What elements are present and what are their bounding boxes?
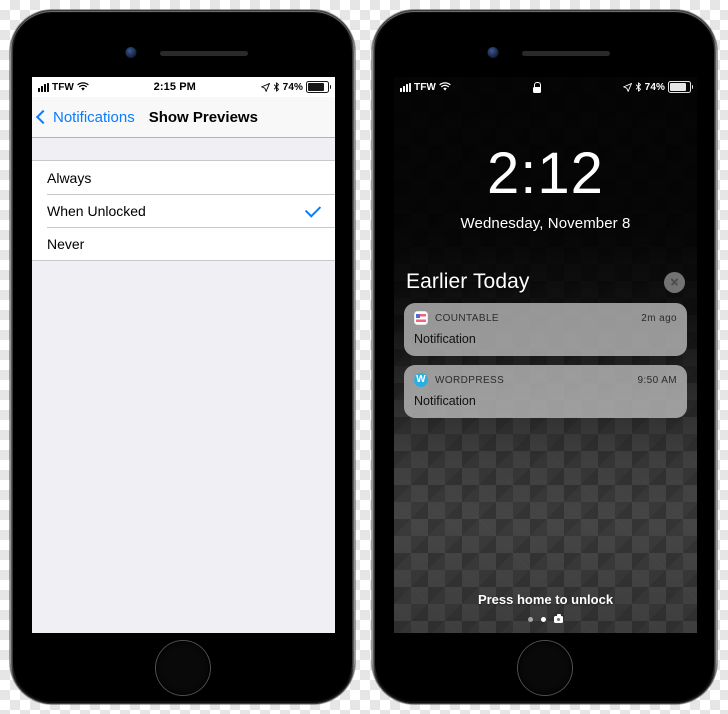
- section-title: Earlier Today: [406, 270, 530, 293]
- battery-percent-label: 74%: [282, 81, 303, 93]
- front-camera-icon: [487, 47, 498, 58]
- device-front-right: TFW 74% 2:12 Wednesday, November 8 Earli…: [375, 13, 714, 701]
- checkmark-icon: [304, 201, 322, 218]
- screenshot-stage: TFW 2:15 PM 74% Notifications Show Previ…: [0, 0, 728, 714]
- earpiece-speaker-icon: [521, 51, 610, 56]
- cellular-bars-icon: [400, 82, 411, 92]
- close-circle-icon[interactable]: [664, 271, 685, 293]
- chevron-left-icon: [35, 109, 51, 125]
- option-row-never[interactable]: Never: [32, 227, 335, 260]
- lock-screen-date: Wednesday, November 8: [460, 215, 631, 232]
- iphone-device-left: TFW 2:15 PM 74% Notifications Show Previ…: [10, 10, 355, 704]
- notification-body: Notification: [414, 394, 476, 408]
- notification-header: W WORDPRESS 9:50 AM: [414, 373, 677, 387]
- navigation-bar: Notifications Show Previews: [32, 97, 335, 138]
- status-bar-lock-indicator: [451, 81, 623, 93]
- lock-screen-content: TFW 74% 2:12 Wednesday, November 8 Earli…: [394, 77, 697, 633]
- show-previews-options-group: Always When Unlocked Never: [32, 160, 335, 261]
- notification-body: Notification: [414, 332, 476, 346]
- option-label: When Unlocked: [47, 202, 146, 219]
- notification-card[interactable]: COUNTABLE 2m ago Notification: [404, 303, 687, 356]
- iphone-device-right: TFW 74% 2:12 Wednesday, November 8 Earli…: [372, 10, 717, 704]
- status-bar-right: TFW 74%: [394, 77, 697, 97]
- status-bar-left-group: TFW: [400, 82, 451, 93]
- option-label: Never: [47, 235, 85, 252]
- page-indicator: [394, 614, 697, 623]
- battery-icon: [668, 81, 693, 93]
- home-button-right[interactable]: [517, 641, 572, 695]
- screen-lock: TFW 74% 2:12 Wednesday, November 8 Earli…: [394, 77, 697, 633]
- option-row-always[interactable]: Always: [32, 161, 335, 194]
- camera-icon[interactable]: [554, 614, 563, 623]
- status-bar-right-group: 74%: [260, 81, 331, 93]
- notification-time: 9:50 AM: [637, 374, 677, 386]
- notification-time: 2m ago: [641, 312, 677, 324]
- carrier-label: TFW: [52, 81, 74, 93]
- countable-app-icon: [414, 311, 428, 325]
- unlock-hint-label: Press home to unlock: [477, 592, 614, 607]
- notification-app-name: COUNTABLE: [435, 312, 499, 324]
- page-dot[interactable]: [528, 617, 533, 622]
- notification-card[interactable]: W WORDPRESS 9:50 AM Notification: [404, 365, 687, 418]
- option-label: Always: [47, 169, 92, 186]
- battery-percent-label: 74%: [644, 81, 665, 93]
- cellular-bars-icon: [38, 82, 49, 92]
- battery-icon: [306, 81, 331, 93]
- device-front-left: TFW 2:15 PM 74% Notifications Show Previ…: [13, 13, 352, 701]
- wifi-icon: [77, 82, 89, 91]
- screen-settings: TFW 2:15 PM 74% Notifications Show Previ…: [32, 77, 335, 633]
- lock-screen-clock: 2:12: [487, 141, 604, 206]
- page-title: Show Previews: [148, 108, 258, 126]
- option-row-when-unlocked[interactable]: When Unlocked: [32, 194, 335, 227]
- bluetooth-icon: [273, 82, 279, 92]
- wordpress-app-icon: W: [414, 373, 428, 387]
- page-dot-active[interactable]: [541, 617, 546, 622]
- earpiece-speaker-icon: [159, 51, 248, 56]
- home-button-left[interactable]: [155, 641, 210, 695]
- earlier-today-header: Earlier Today: [406, 270, 685, 294]
- notification-app-name: WORDPRESS: [435, 374, 505, 386]
- bluetooth-icon: [635, 82, 641, 92]
- front-camera-icon: [125, 47, 136, 58]
- back-button[interactable]: Notifications: [32, 109, 135, 126]
- back-button-label: Notifications: [53, 108, 135, 126]
- status-bar-left: TFW 2:15 PM 74%: [32, 77, 335, 97]
- status-bar-right-group: 74%: [622, 81, 693, 93]
- wifi-icon: [439, 82, 451, 91]
- notification-header: COUNTABLE 2m ago: [414, 311, 677, 325]
- status-bar-clock: 2:15 PM: [153, 81, 196, 93]
- location-arrow-icon: [622, 82, 632, 92]
- lock-icon: [532, 81, 542, 93]
- status-bar-left-group: TFW: [38, 82, 89, 93]
- carrier-label: TFW: [414, 81, 436, 93]
- settings-list-body: Always When Unlocked Never: [32, 138, 335, 633]
- list-top-spacer: [32, 138, 335, 160]
- location-arrow-icon: [260, 82, 270, 92]
